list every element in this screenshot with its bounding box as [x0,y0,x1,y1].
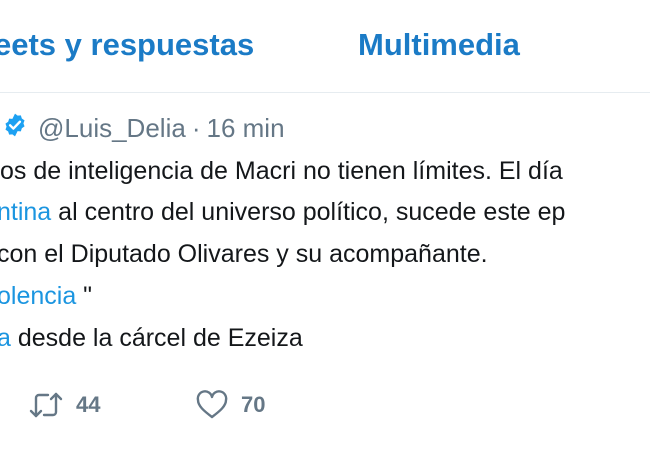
like-button[interactable]: 70 [195,385,265,425]
tweet-text: " [76,282,93,310]
author-handle[interactable]: @Luis_Delia [38,113,186,143]
tweet-text-line: ntina al centro del universo político, s… [0,197,565,227]
tweet-text: desde la cárcel de Ezeiza [10,324,303,352]
like-count: 70 [241,392,266,417]
tweet-text: al centro del universo político, sucede … [51,198,566,226]
verified-badge-icon [2,112,28,138]
retweet-icon [28,390,64,420]
retweet-count: 44 [76,392,101,417]
tweet-text-line: con el Diputado Olivares y su acompañant… [0,239,488,269]
tweet-text: con el Diputado Olivares y su acompañant… [0,240,488,268]
tweet-text-line: os de inteligencia de Macri no tienen lí… [0,156,563,186]
tweet-timestamp[interactable]: 16 min [206,113,284,143]
tab-tweets-and-replies[interactable]: eets y respuestas [0,27,254,63]
hashtag-link[interactable]: a [0,324,11,352]
tab-media[interactable]: Multimedia [358,27,520,63]
heart-icon [195,390,229,420]
separator-dot: · [191,113,201,143]
tweet-text: os de inteligencia de Macri no tienen lí… [0,157,563,185]
tweet-text-line: olencia " [0,281,92,311]
tweet-header: @Luis_Delia · 16 min [38,113,285,143]
tweet-text-line: a desde la cárcel de Ezeiza [0,323,303,353]
tweet-actions: 44 70 [0,385,650,425]
hashtag-link[interactable]: olencia [0,282,76,310]
hashtag-link[interactable]: ntina [0,198,51,226]
retweet-button[interactable]: 44 [28,385,100,425]
profile-tabs: eets y respuestas Multimedia [0,0,650,93]
